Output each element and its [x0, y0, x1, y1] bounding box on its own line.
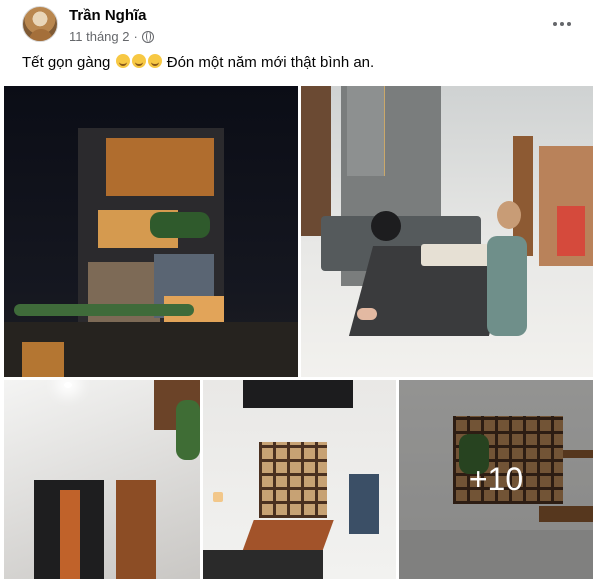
- photo-house-night[interactable]: [4, 86, 298, 377]
- post-caption: Tết gọn gàng Đón một năm mới thật bình a…: [22, 54, 374, 71]
- photo-living-room[interactable]: [301, 86, 593, 377]
- grinning-face-emoji: [147, 54, 162, 68]
- author-name[interactable]: Trần Nghĩa: [69, 7, 147, 24]
- photo-lattice-desk[interactable]: +10: [399, 380, 593, 579]
- more-options-icon[interactable]: [548, 14, 576, 34]
- post-meta: 11 tháng 2 ·: [69, 29, 154, 44]
- caption-text: Tết gọn gàng: [22, 54, 111, 71]
- author-avatar[interactable]: [22, 6, 58, 42]
- photo-staircase[interactable]: [4, 380, 200, 579]
- meta-separator: ·: [133, 29, 138, 44]
- globe-icon[interactable]: [141, 30, 154, 43]
- grinning-face-emoji: [115, 54, 130, 68]
- remaining-photos-count[interactable]: +10: [469, 461, 523, 498]
- grinning-face-emoji: [131, 54, 146, 68]
- photo-stairwell-lattice[interactable]: [203, 380, 396, 579]
- post-header: Trần Nghĩa 11 tháng 2 ·: [22, 6, 582, 50]
- caption-rest: Đón một năm mới thật bình an.: [166, 54, 375, 71]
- more-photos-overlay[interactable]: +10: [399, 380, 593, 579]
- facebook-post: Trần Nghĩa 11 tháng 2 · Tết gọn gàng Đón…: [0, 0, 593, 579]
- post-date[interactable]: 11 tháng 2: [69, 29, 129, 44]
